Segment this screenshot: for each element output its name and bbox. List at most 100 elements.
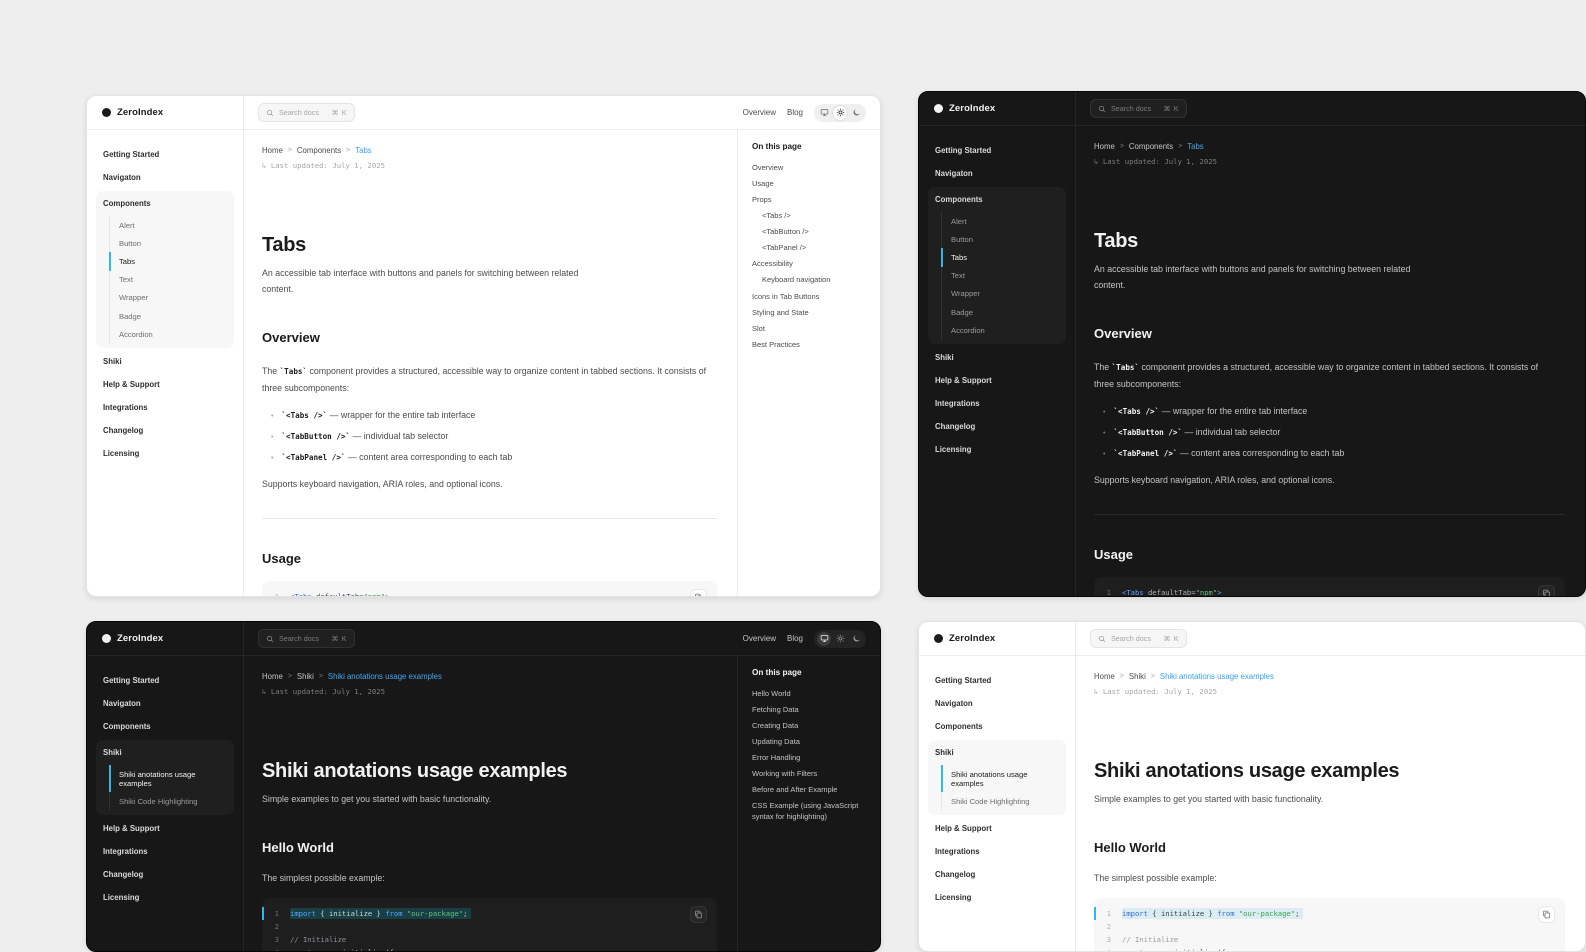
sidebar-item[interactable]: Getting Started (928, 139, 1066, 162)
toc-item[interactable]: Accessibility (752, 259, 870, 270)
sidebar-subitem[interactable]: Text (109, 271, 234, 289)
search-input[interactable]: Search docs ⌘ K (258, 103, 355, 122)
toc-item[interactable]: Styling and State (752, 308, 870, 319)
sidebar-item[interactable]: Changelog (928, 863, 1066, 886)
breadcrumb-link[interactable]: Home (1094, 672, 1115, 681)
sidebar-item[interactable]: Navigaton (928, 162, 1066, 185)
search-input[interactable]: Search docs ⌘ K (1090, 99, 1187, 118)
sidebar-subitem[interactable]: Accordion (109, 325, 234, 343)
theme-dark-button[interactable] (849, 632, 863, 646)
sidebar-item[interactable]: Licensing (96, 886, 234, 909)
toc-item[interactable]: Fetching Data (752, 705, 870, 716)
sidebar-item[interactable]: Help & Support (928, 369, 1066, 392)
sidebar-item[interactable]: Help & Support (96, 817, 234, 840)
sidebar-subitem[interactable]: Badge (109, 307, 234, 325)
breadcrumb-link[interactable]: Components (1129, 142, 1173, 151)
copy-button[interactable] (690, 589, 707, 597)
nav-link-blog[interactable]: Blog (787, 634, 803, 643)
sidebar-item[interactable]: Changelog (96, 863, 234, 886)
toc-item[interactable]: Keyboard navigation (752, 275, 870, 286)
sidebar-item[interactable]: Integrations (96, 840, 234, 863)
sidebar-subitem[interactable]: Wrapper (941, 285, 1066, 303)
brand[interactable]: ZeroIndex (919, 622, 1076, 655)
toc-item[interactable]: Overview (752, 163, 870, 174)
toc-item[interactable]: Error Handling (752, 753, 870, 764)
brand[interactable]: ZeroIndex (87, 96, 244, 129)
sidebar-item[interactable]: Getting Started (928, 669, 1066, 692)
sidebar-item[interactable]: Components (928, 715, 1066, 738)
sidebar-group-label[interactable]: Shiki (96, 741, 234, 764)
sidebar-subitem[interactable]: Text (941, 267, 1066, 285)
sidebar-item[interactable]: Licensing (928, 438, 1066, 461)
theme-dark-button[interactable] (849, 106, 863, 120)
sidebar-subitem[interactable]: Shiki anotations usage examples (941, 765, 1066, 792)
copy-button[interactable] (1538, 906, 1555, 923)
toc-item[interactable]: <TabPanel /> (752, 243, 870, 254)
toc-item[interactable]: <TabButton /> (752, 227, 870, 238)
breadcrumb-link[interactable]: Home (262, 672, 283, 681)
sidebar-subitem[interactable]: Accordion (941, 321, 1066, 339)
theme-system-button[interactable] (817, 632, 831, 646)
sidebar-subitem[interactable]: Shiki Code Highlighting (109, 792, 234, 810)
brand[interactable]: ZeroIndex (87, 622, 244, 655)
toc-item[interactable]: Working with Filters (752, 769, 870, 780)
sidebar-item[interactable]: Help & Support (928, 817, 1066, 840)
sidebar-item[interactable]: Integrations (96, 396, 234, 419)
sidebar-item[interactable]: Getting Started (96, 669, 234, 692)
toc-item[interactable]: Usage (752, 179, 870, 190)
sidebar-item[interactable]: Shiki (928, 346, 1066, 369)
sidebar-subitem[interactable]: Tabs (941, 248, 1066, 266)
sidebar-subitem[interactable]: Badge (941, 303, 1066, 321)
toc-item[interactable]: Props (752, 195, 870, 206)
theme-light-button[interactable] (833, 106, 847, 120)
sidebar-subitem[interactable]: Tabs (109, 252, 234, 270)
toc-item[interactable]: <Tabs /> (752, 211, 870, 222)
toc-item[interactable]: Updating Data (752, 737, 870, 748)
toc-item[interactable]: CSS Example (using JavaScript syntax for… (752, 801, 870, 823)
sidebar-group-label[interactable]: Shiki (928, 741, 1066, 764)
sidebar-item[interactable]: Shiki (96, 350, 234, 373)
sidebar-item[interactable]: Help & Support (96, 373, 234, 396)
brand[interactable]: ZeroIndex (919, 92, 1076, 125)
sidebar-item[interactable]: Navigaton (96, 166, 234, 189)
breadcrumb-link[interactable]: Shiki (1129, 672, 1146, 681)
sidebar-item[interactable]: Navigaton (928, 692, 1066, 715)
sidebar-item[interactable]: Navigaton (96, 692, 234, 715)
breadcrumb-link[interactable]: Components (297, 146, 341, 155)
search-input[interactable]: Search docs ⌘ K (1090, 629, 1187, 648)
sidebar-subitem[interactable]: Shiki anotations usage examples (109, 765, 234, 792)
sidebar-item[interactable]: Licensing (96, 442, 234, 465)
breadcrumb-link[interactable]: Home (1094, 142, 1115, 151)
sidebar-item[interactable]: Getting Started (96, 143, 234, 166)
sidebar-subitem[interactable]: Button (941, 230, 1066, 248)
toc-item[interactable]: Best Practices (752, 340, 870, 351)
breadcrumb-link[interactable]: Home (262, 146, 283, 155)
toc-item[interactable]: Slot (752, 324, 870, 335)
nav-link-overview[interactable]: Overview (743, 634, 776, 643)
sidebar-subitem[interactable]: Button (109, 234, 234, 252)
sidebar-subitem[interactable]: Shiki Code Highlighting (941, 792, 1066, 810)
sidebar-item[interactable]: Licensing (928, 886, 1066, 909)
sidebar-item[interactable]: Integrations (928, 840, 1066, 863)
sidebar-subitem[interactable]: Alert (941, 212, 1066, 230)
sidebar-group-label[interactable]: Components (96, 192, 234, 215)
toc-item[interactable]: Icons in Tab Buttons (752, 292, 870, 303)
sidebar-item[interactable]: Changelog (928, 415, 1066, 438)
copy-button[interactable] (1538, 585, 1555, 597)
search-input[interactable]: Search docs ⌘ K (258, 629, 355, 648)
nav-link-blog[interactable]: Blog (787, 108, 803, 117)
theme-light-button[interactable] (833, 632, 847, 646)
theme-system-button[interactable] (817, 106, 831, 120)
sidebar-subitem[interactable]: Wrapper (109, 289, 234, 307)
copy-button[interactable] (690, 906, 707, 923)
toc-item[interactable]: Hello World (752, 689, 870, 700)
toc-item[interactable]: Creating Data (752, 721, 870, 732)
sidebar-subitem[interactable]: Alert (109, 216, 234, 234)
sidebar-item[interactable]: Changelog (96, 419, 234, 442)
sidebar-item[interactable]: Components (96, 715, 234, 738)
breadcrumb-link[interactable]: Shiki (297, 672, 314, 681)
toc-item[interactable]: Before and After Example (752, 785, 870, 796)
sidebar-item[interactable]: Integrations (928, 392, 1066, 415)
nav-link-overview[interactable]: Overview (743, 108, 776, 117)
sidebar-group-label[interactable]: Components (928, 188, 1066, 211)
